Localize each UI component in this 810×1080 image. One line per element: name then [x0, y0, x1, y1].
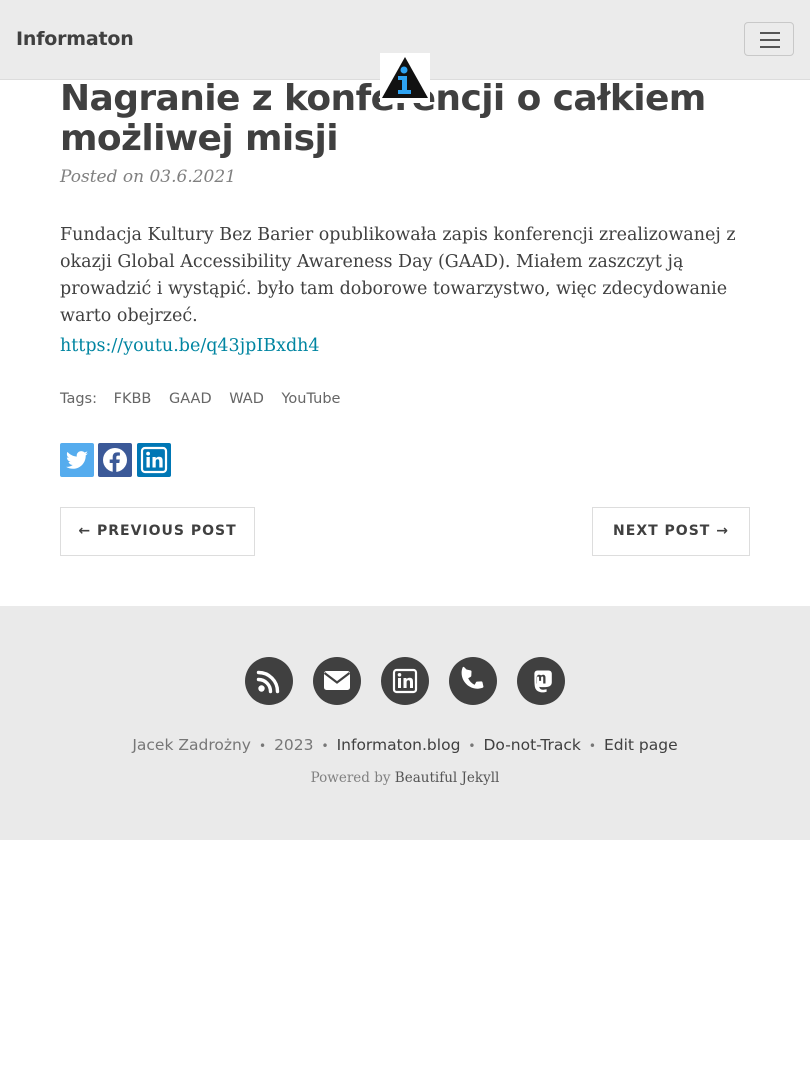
phone-link[interactable] — [449, 657, 497, 705]
email-icon — [323, 671, 351, 690]
next-post-button[interactable]: NEXT POST → — [592, 507, 750, 556]
tag-link-wad[interactable]: WAD — [229, 391, 264, 407]
hamburger-bar — [760, 46, 780, 48]
footer-edit-link[interactable]: Edit page — [604, 736, 678, 754]
hamburger-bar — [760, 39, 780, 41]
footer-separator: • — [588, 739, 596, 753]
footer-copyright: Jacek Zadrożny • 2023 • Informaton.blog • Do-n… — [0, 736, 810, 754]
rss-link[interactable] — [245, 657, 293, 705]
post-date: Posted on 03.6.2021 — [60, 167, 236, 187]
menu-toggle-button[interactable] — [744, 22, 794, 56]
linkedin-icon — [392, 668, 418, 694]
informaton-logo-icon — [382, 57, 428, 98]
footer-author: Jacek Zadrożny — [132, 736, 251, 754]
mastodon-link[interactable] — [517, 657, 565, 705]
footer: Jacek Zadrożny • 2023 • Informaton.blog • Do-n… — [0, 606, 810, 840]
footer-separator: • — [258, 739, 267, 753]
mastodon-icon — [533, 670, 552, 693]
email-link[interactable] — [313, 657, 361, 705]
footer-separator: • — [468, 739, 476, 753]
youtube-link[interactable]: https://youtu.be/q43jpIBxdh4 — [60, 333, 320, 360]
share-facebook-button[interactable] — [98, 443, 132, 477]
share-linkedin-button[interactable] — [137, 443, 171, 477]
footer-separator: • — [321, 739, 329, 753]
beautiful-jekyll-link[interactable]: Beautiful Jekyll — [395, 770, 500, 786]
phone-icon — [461, 666, 484, 689]
twitter-icon — [66, 451, 88, 469]
powered-by-prefix: Powered by — [310, 770, 391, 786]
powered-by: Powered by Beautiful Jekyll — [0, 770, 810, 786]
footer-year: 2023 — [274, 736, 314, 754]
hamburger-bar — [760, 32, 780, 34]
avatar[interactable] — [380, 53, 430, 103]
previous-post-button[interactable]: ← PREVIOUS POST — [60, 507, 255, 556]
facebook-icon — [103, 448, 127, 472]
footer-dnt-link[interactable]: Do-not-Track — [483, 736, 580, 754]
tag-link-youtube[interactable]: YouTube — [281, 391, 340, 407]
tags-list: Tags: FKBB GAAD WAD YouTube — [60, 391, 353, 407]
linkedin-link[interactable] — [381, 657, 429, 705]
share-twitter-button[interactable] — [60, 443, 94, 477]
post-body: Fundacja Kultury Bez Barier opublikowała… — [60, 225, 736, 326]
footer-social-links — [245, 657, 567, 705]
rss-icon — [256, 670, 280, 694]
tag-link-fkbb[interactable]: FKBB — [114, 391, 152, 407]
brand-link[interactable]: Informaton — [16, 28, 134, 50]
tags-label: Tags: — [60, 391, 97, 407]
tag-link-gaad[interactable]: GAAD — [169, 391, 212, 407]
navbar: Informaton — [0, 0, 810, 103]
linkedin-icon — [140, 446, 168, 474]
footer-site-link[interactable]: Informaton.blog — [337, 736, 461, 754]
